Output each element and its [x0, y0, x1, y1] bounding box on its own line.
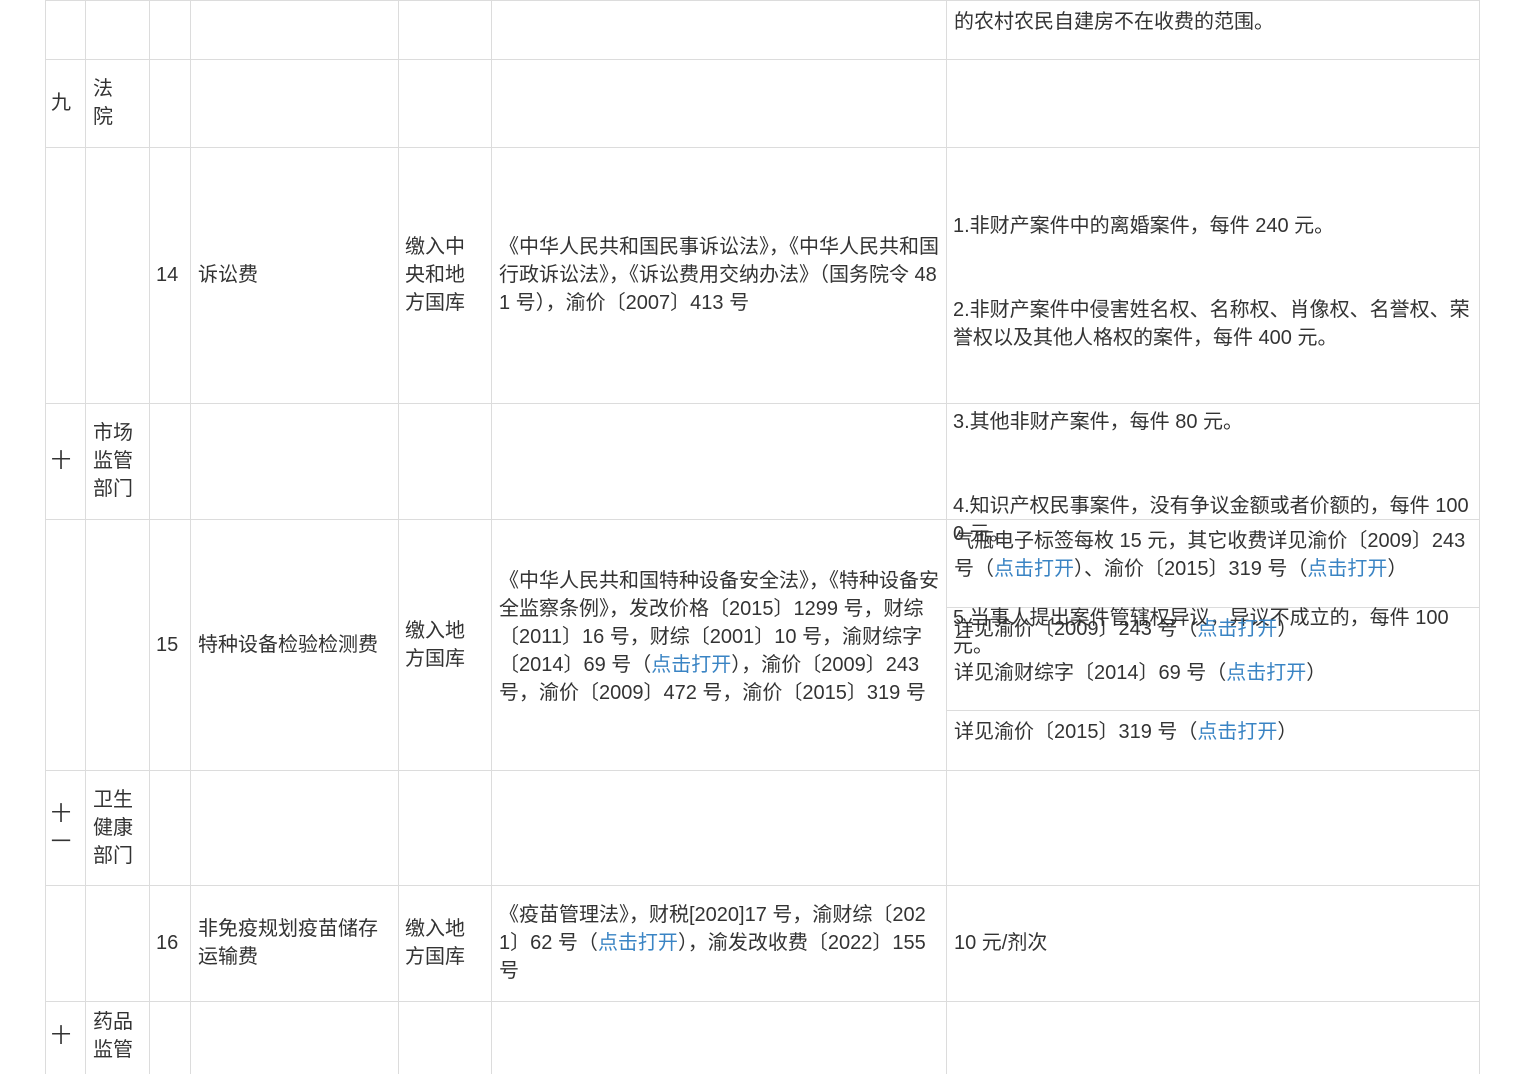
fee-destination-text: 缴入地 方国库: [405, 918, 465, 968]
open-link[interactable]: 点击打开: [1307, 558, 1387, 580]
fee-name: 非免疫规划疫苗储存运输费: [198, 885, 393, 1001]
fee-destination-text: 缴入地 方国库: [405, 619, 465, 670]
category-number: 十 一: [51, 770, 83, 885]
fee-description: 详见渝财综字〔2014〕69 号（点击打开）: [954, 659, 1476, 687]
legal-basis: 《中华人民共和国民事诉讼法》，《中华人民共和国行政诉讼法》，《诉讼费用交纳办法》…: [499, 147, 939, 403]
department-name: 市场 监管 部门: [93, 403, 147, 519]
item-number: 15: [156, 519, 190, 770]
grid-line: [45, 59, 1480, 60]
grid-line: [946, 0, 947, 1074]
open-link[interactable]: 点击打开: [994, 558, 1074, 580]
department-name-text: 法 院: [93, 78, 113, 128]
grid-line: [45, 770, 1480, 771]
fee-destination: 缴入地 方国库: [405, 885, 489, 1001]
open-link[interactable]: 点击打开: [1197, 618, 1277, 640]
fee-standard-item: 3.其他非财产案件，每件 80 元。: [953, 411, 1244, 433]
item-number-text: 16: [156, 932, 179, 954]
open-link[interactable]: 点击打开: [1197, 721, 1277, 743]
fee-destination: 缴入中 央和地 方国库: [405, 147, 489, 403]
fee-description-part: 详见渝价〔2009〕243 号（: [954, 618, 1198, 640]
grid-line: [45, 1001, 1480, 1002]
department-name-text: 市场 监管 部门: [93, 422, 133, 500]
category-number-text: 十: [51, 450, 71, 472]
grid-line: [149, 0, 150, 1074]
grid-line: [1479, 0, 1480, 1074]
fee-table: 的农村农民自建房不在收费的范围。 九 法 院 14 诉讼费 缴入中 央和地 方国…: [45, 0, 1480, 1074]
fee-description: 的农村农民自建房不在收费的范围。: [954, 11, 1274, 33]
legal-basis: 《中华人民共和国特种设备安全法》，《特种设备安全监察条例》，发改价格〔2015〕…: [499, 519, 939, 754]
item-number-text: 15: [156, 633, 179, 656]
category-number-text: 九: [51, 92, 71, 114]
fee-destination: 缴入地 方国库: [405, 519, 489, 770]
fee-description-part: ）: [1277, 721, 1298, 743]
fee-description: 详见渝价〔2015〕319 号（点击打开）: [954, 718, 1476, 746]
fee-name-text: 非免疫规划疫苗储存运输费: [198, 918, 378, 968]
grid-line: [190, 0, 191, 1074]
category-number: 十: [51, 1001, 83, 1071]
department-name: 药品 监管: [93, 1008, 147, 1064]
fee-destination-text: 缴入中 央和地 方国库: [405, 236, 465, 314]
legal-basis: 《疫苗管理法》，财税[2020]17 号，渝财综〔2021〕62 号（点击打开）…: [499, 885, 939, 1001]
item-number: 16: [156, 885, 190, 1001]
open-link[interactable]: 点击打开: [598, 932, 678, 954]
open-link[interactable]: 点击打开: [651, 654, 731, 676]
item-number: 14: [156, 147, 190, 403]
fee-description: 气瓶电子标签每枚 15 元，其它收费详见渝价〔2009〕243 号（点击打开）、…: [954, 527, 1476, 583]
grid-line: [45, 0, 46, 1074]
fee-name-text: 特种设备检验检测费: [198, 633, 378, 656]
department-name-text: 卫生 健康 部门: [93, 788, 133, 867]
fee-standard-item: 2.非财产案件中侵害姓名权、名称权、肖像权、名誉权、荣誉权以及其他人格权的案件，…: [953, 299, 1470, 349]
department-name: 卫生 健康 部门: [93, 770, 147, 885]
grid-line: [491, 0, 492, 1074]
category-number-text: 十 一: [51, 802, 71, 853]
legal-basis-text: 《中华人民共和国民事诉讼法》，《中华人民共和国行政诉讼法》，《诉讼费用交纳办法》…: [499, 236, 939, 314]
open-link[interactable]: 点击打开: [1226, 662, 1306, 684]
grid-line: [85, 0, 86, 1074]
fee-name: 特种设备检验检测费: [198, 519, 393, 770]
grid-line: [45, 0, 1480, 1]
fee-description: 10 元/剂次: [954, 885, 1476, 1001]
fee-description-part: ）: [1306, 662, 1327, 684]
fee-description-text: 10 元/剂次: [954, 932, 1048, 954]
fee-standard-item: 1.非财产案件中的离婚案件，每件 240 元。: [953, 215, 1335, 237]
fee-name: 诉讼费: [198, 147, 393, 403]
fee-description-part: 详见渝价〔2015〕319 号（: [954, 721, 1198, 743]
fee-description-part: ）、渝价〔2015〕319 号（: [1074, 558, 1308, 580]
fee-description-part: ）: [1387, 558, 1408, 580]
legal-basis-text: 《中华人民共和国特种设备安全法》，《特种设备安全监察条例》，发改价格〔2015〕…: [499, 567, 939, 707]
fee-description-part: ）: [1277, 618, 1298, 640]
department-name: 法 院: [93, 59, 143, 147]
fee-description: 详见渝价〔2009〕243 号（点击打开）: [954, 615, 1476, 643]
item-number-text: 14: [156, 264, 179, 286]
department-name-text: 药品 监管: [93, 1011, 133, 1061]
category-number: 十: [51, 403, 83, 519]
grid-line: [398, 0, 399, 1074]
category-number-text: 十: [51, 1025, 71, 1047]
fee-description-part: 详见渝财综字〔2014〕69 号（: [954, 662, 1227, 684]
legal-basis-text: 《疫苗管理法》，财税[2020]17 号，渝财综〔2021〕62 号（点击打开）…: [499, 901, 939, 985]
category-number: 九: [51, 59, 83, 147]
fee-name-text: 诉讼费: [198, 264, 258, 286]
